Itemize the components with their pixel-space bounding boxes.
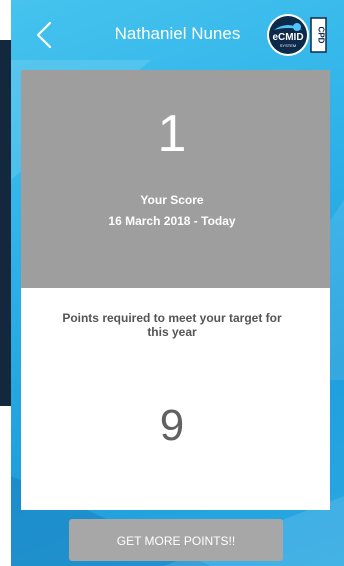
score-card [21, 70, 330, 288]
score-value: 1 [157, 105, 187, 163]
logo-side-text: CPD [317, 27, 326, 44]
points-required-label: Points required to meet your target for … [62, 311, 282, 339]
get-more-points-button[interactable]: GET MORE POINTS!! [69, 519, 283, 561]
ecmid-logo: eCMID SYSTEM CPD [266, 12, 330, 58]
page-title: Nathaniel Nunes [114, 24, 241, 43]
score-label: Your Score [140, 193, 204, 207]
back-button[interactable] [27, 18, 61, 52]
score-date-range: 16 March 2018 - Today [108, 214, 236, 228]
logo-brand-text: eCMID [272, 32, 303, 43]
logo-system-text: SYSTEM [280, 43, 296, 48]
points-required-value: 9 [159, 401, 185, 450]
chevron-left-icon [36, 21, 52, 49]
app-header: Nathaniel Nunes eCMID SYSTEM CPD [11, 0, 344, 70]
